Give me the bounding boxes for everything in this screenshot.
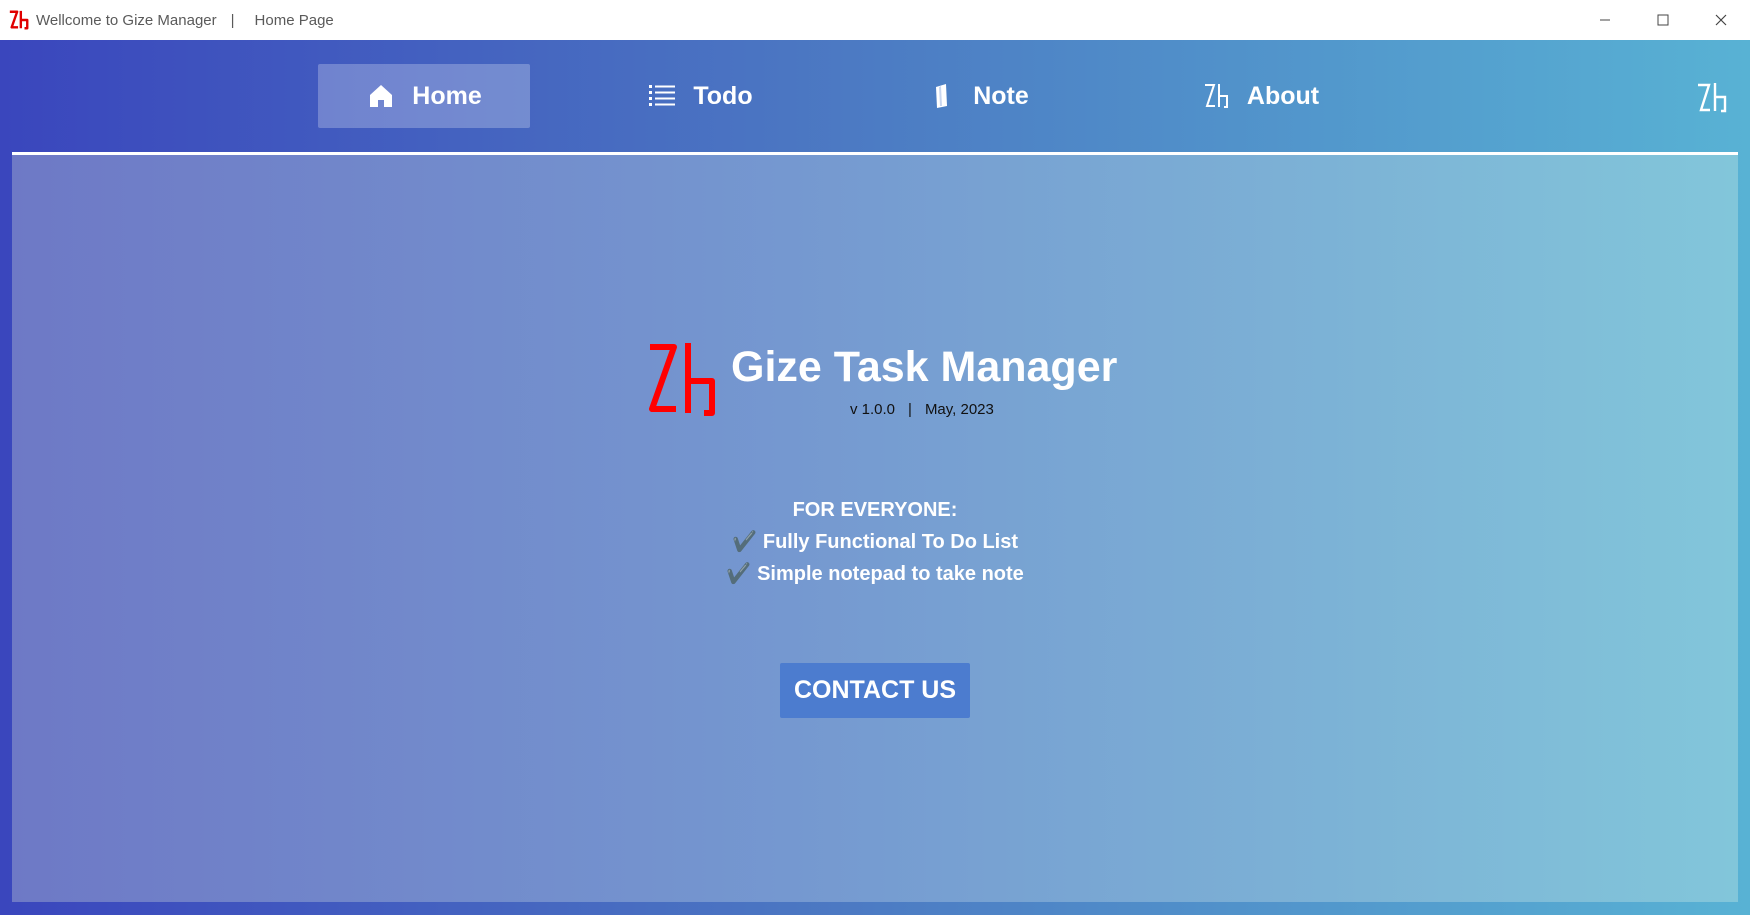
top-navigation: Home Todo Note About [0,40,1750,152]
zh-logo-icon [1698,83,1727,113]
feature-text: Fully Functional To Do List [762,531,1019,553]
zh-logo-icon [9,10,29,30]
nav-item-about[interactable]: About [1170,64,1350,128]
list-icon [647,81,677,111]
maximize-button[interactable] [1634,0,1692,40]
nav-item-label: About [1246,81,1320,110]
features-heading: FOR EVERYONE: [792,499,958,521]
nav-item-label: Todo [693,81,753,110]
note-icon [927,81,957,111]
zh-logo-icon [1201,81,1231,111]
checkmark-icon: ✔️ [726,563,752,585]
version-info: v 1.0.0 | May, 2023 [850,401,994,418]
hero-header: Gize Task Manager v 1.0.0 | May, 2023 [640,339,1140,429]
contact-us-button[interactable]: CONTACT US [780,663,970,718]
close-icon [1715,14,1727,26]
title-bar: Wellcome to Gize Manager | Home Page [0,0,1750,40]
window-title: Wellcome to Gize Manager [36,11,217,29]
close-button[interactable] [1692,0,1750,40]
app-window: Wellcome to Gize Manager | Home Page Hom… [0,0,1750,915]
checkmark-icon: ✔️ [731,531,757,553]
nav-item-label: Home [412,81,482,110]
minimize-icon [1600,19,1610,21]
home-content-panel: Gize Task Manager v 1.0.0 | May, 2023 FOR … [12,155,1738,902]
home-icon [366,81,396,111]
nav-item-label: Note [973,81,1029,110]
window-page-name: Home Page [254,11,334,29]
features-section: FOR EVERYONE: ✔️ Fully Functional To Do L… [12,494,1738,590]
nav-item-note[interactable]: Note [898,64,1058,128]
feature-item: ✔️ Fully Functional To Do List [12,526,1738,558]
app-title: Gize Task Manager [731,343,1118,391]
maximize-icon [1657,14,1669,26]
version-number: v 1.0.0 [850,401,896,418]
version-separator: | [908,401,912,418]
minimize-button[interactable] [1576,0,1634,40]
feature-item: ✔️ Simple notepad to take note [12,558,1738,590]
release-date: May, 2023 [924,401,994,418]
nav-item-home[interactable]: Home [318,64,530,128]
zh-logo-icon [649,343,715,416]
title-separator: | [230,11,235,29]
feature-text: Simple notepad to take note [757,563,1024,585]
nav-item-todo[interactable]: Todo [620,64,780,128]
